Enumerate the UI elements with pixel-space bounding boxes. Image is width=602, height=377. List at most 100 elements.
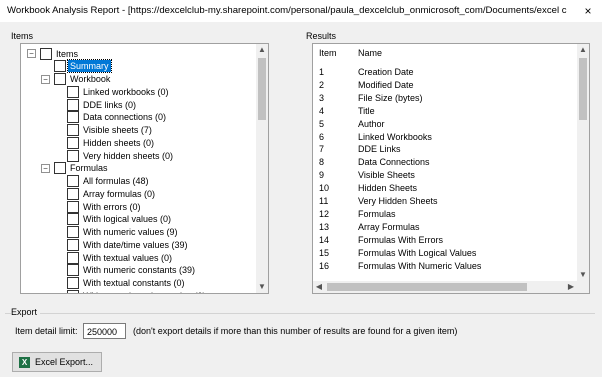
item-detail-limit-hint: (don't export details if more than this … <box>133 326 458 336</box>
checkbox-icon[interactable] <box>67 98 79 111</box>
results-vertical-scrollbar[interactable]: ▲ ▼ <box>577 44 589 281</box>
column-header-name[interactable]: Name <box>358 48 382 58</box>
tree-node-label: Formulas <box>70 163 108 174</box>
checkbox-icon[interactable] <box>67 277 79 289</box>
tree-node[interactable]: Very hidden sheets (0) <box>67 149 175 162</box>
results-row[interactable]: 1 Creation Date <box>313 66 577 79</box>
tree-node[interactable]: Array formulas (0) <box>67 187 157 200</box>
tree-node[interactable]: − Items <box>27 47 80 60</box>
minus-box-icon[interactable]: − <box>41 163 50 173</box>
results-group-label: Results <box>306 31 337 41</box>
items-vertical-scrollbar[interactable]: ▲ ▼ <box>256 44 268 293</box>
results-row[interactable]: 4 Title <box>313 105 577 118</box>
item-detail-limit-input[interactable]: 250000 <box>83 323 126 339</box>
tree-node[interactable]: Hidden sheets (0) <box>67 136 156 149</box>
tree-node-label: Summary <box>67 59 112 74</box>
results-horizontal-scrollbar[interactable]: ◀ ▶ <box>313 281 577 293</box>
tree-node[interactable]: − Workbook <box>41 73 112 86</box>
scroll-right-icon[interactable]: ▶ <box>565 281 577 293</box>
result-item-name: Formulas With Numeric Values <box>358 260 482 271</box>
tree-node[interactable]: With numeric and textual ... (0) <box>67 289 208 293</box>
tree-node[interactable]: Linked workbooks (0) <box>67 85 171 98</box>
result-item-number: 8 <box>319 157 325 168</box>
results-row[interactable]: 16 Formulas With Numeric Values <box>313 260 577 273</box>
checkbox-icon[interactable] <box>67 187 79 200</box>
checkbox-icon[interactable] <box>67 136 79 149</box>
checkbox-icon[interactable] <box>67 85 79 98</box>
scroll-up-icon[interactable]: ▲ <box>256 44 268 56</box>
scroll-thumb[interactable] <box>579 58 587 120</box>
tree-node[interactable]: With textual values (0) <box>67 251 174 264</box>
scroll-thumb[interactable] <box>258 58 266 120</box>
tree-node-label: Visible sheets (7) <box>83 125 152 135</box>
results-row[interactable]: 10 Hidden Sheets <box>313 182 577 195</box>
tree-node[interactable]: Summary <box>54 59 112 74</box>
result-item-number: 16 <box>319 260 330 271</box>
scroll-left-icon[interactable]: ◀ <box>313 281 325 293</box>
results-row[interactable]: 11 Very Hidden Sheets <box>313 195 577 208</box>
scroll-down-icon[interactable]: ▼ <box>256 281 268 293</box>
checkbox-icon[interactable] <box>67 251 79 264</box>
items-tree[interactable]: − Items Summary − Workbook Linked workbooks (… <box>20 43 269 294</box>
tree-node[interactable]: Data connections (0) <box>67 111 168 124</box>
excel-export-button[interactable]: X Excel Export... <box>12 352 102 372</box>
tree-node[interactable]: − Formulas <box>41 162 110 175</box>
tree-node[interactable]: With textual constants (0) <box>67 277 187 290</box>
tree-node[interactable]: DDE links (0) <box>67 98 138 111</box>
checkbox-icon[interactable] <box>67 238 79 251</box>
checkbox-icon[interactable] <box>67 124 79 136</box>
item-detail-limit-label: Item detail limit: <box>15 326 78 336</box>
minus-box-icon[interactable]: − <box>27 49 36 58</box>
tree-node[interactable]: All formulas (48) <box>67 175 151 188</box>
tree-node-label: With numeric and textual ... (0) <box>81 290 208 293</box>
tree-node[interactable]: With errors (0) <box>67 200 143 213</box>
checkbox-icon[interactable] <box>67 111 79 124</box>
results-row[interactable]: 12 Formulas <box>313 208 577 221</box>
tree-node[interactable]: With numeric constants (39) <box>67 264 197 277</box>
tree-node[interactable]: With logical values (0) <box>67 213 173 226</box>
close-icon[interactable]: × <box>574 0 602 22</box>
export-group-label: Export <box>11 307 41 317</box>
result-item-name: DDE Links <box>358 144 401 155</box>
checkbox-icon[interactable] <box>67 175 79 187</box>
export-divider <box>5 313 595 314</box>
column-header-item[interactable]: Item <box>319 48 337 58</box>
checkbox-icon[interactable] <box>67 213 79 226</box>
result-item-name: Formulas With Logical Values <box>358 247 477 258</box>
results-row[interactable]: 6 Linked Workbooks <box>313 131 577 144</box>
checkbox-icon[interactable] <box>67 200 79 213</box>
checkbox-icon[interactable] <box>40 47 52 60</box>
excel-icon: X <box>19 356 30 368</box>
tree-node[interactable]: With date/time values (39) <box>67 238 190 251</box>
minus-box-icon[interactable]: − <box>41 74 50 84</box>
checkbox-icon[interactable] <box>54 162 66 175</box>
checkbox-icon[interactable] <box>67 226 79 238</box>
scroll-down-icon[interactable]: ▼ <box>577 269 589 281</box>
checkbox-icon[interactable] <box>67 289 79 293</box>
tree-node[interactable]: With numeric values (9) <box>67 226 180 239</box>
results-row[interactable]: 2 Modified Date <box>313 79 577 92</box>
results-row[interactable]: 3 File Size (bytes) <box>313 92 577 105</box>
checkbox-icon[interactable] <box>67 264 79 277</box>
results-row[interactable]: 7 DDE Links <box>313 143 577 156</box>
checkbox-icon[interactable] <box>54 60 66 73</box>
checkbox-icon[interactable] <box>54 73 66 85</box>
tree-node[interactable]: Visible sheets (7) <box>67 124 154 137</box>
tree-node-label: Array formulas (0) <box>83 188 156 199</box>
excel-export-label: Excel Export... <box>35 357 94 367</box>
results-list[interactable]: Item Name 1 Creation Date 2 Modified Date 3 F… <box>312 43 590 294</box>
checkbox-icon[interactable] <box>67 149 79 162</box>
scroll-thumb[interactable] <box>327 283 527 291</box>
tree-node-label: Data connections (0) <box>83 112 167 123</box>
results-row[interactable]: 5 Author <box>313 118 577 131</box>
results-row[interactable]: 8 Data Connections <box>313 156 577 169</box>
scroll-up-icon[interactable]: ▲ <box>577 44 589 56</box>
tree-node-label: With textual values (0) <box>83 252 173 263</box>
result-item-number: 15 <box>319 247 330 258</box>
result-item-name: Hidden Sheets <box>358 183 418 194</box>
results-row[interactable]: 15 Formulas With Logical Values <box>313 247 577 260</box>
results-row[interactable]: 14 Formulas With Errors <box>313 234 577 247</box>
results-row[interactable]: 13 Array Formulas <box>313 221 577 234</box>
result-item-number: 7 <box>319 144 325 155</box>
results-row[interactable]: 9 Visible Sheets <box>313 169 577 182</box>
